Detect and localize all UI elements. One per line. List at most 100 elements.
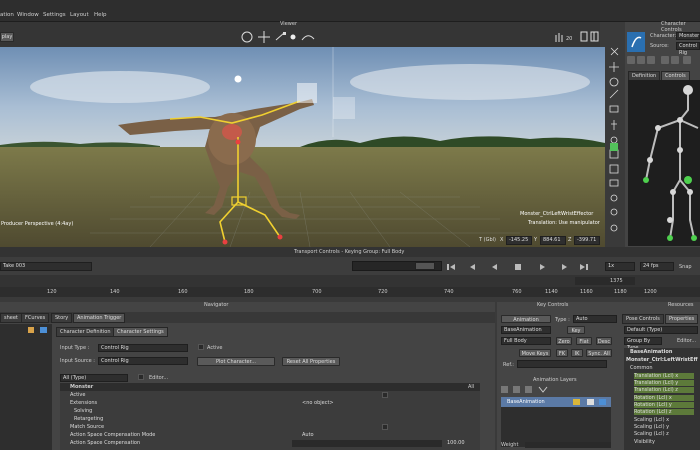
settings-icon[interactable] [610, 224, 618, 232]
tree-row-active[interactable]: Active [70, 392, 85, 398]
tab-character-definition[interactable]: Character Definition [56, 327, 115, 337]
property-item[interactable]: Scaling (Lcl) z [634, 431, 669, 437]
group-by-select[interactable]: Group By Type [624, 337, 662, 351]
input-type-select[interactable]: Control Rig [98, 344, 188, 352]
go-end-icon[interactable] [580, 264, 588, 270]
head-effector[interactable] [234, 75, 242, 83]
property-item[interactable]: Translation (Lcl) y [634, 380, 694, 386]
prev-key-icon[interactable] [470, 264, 475, 270]
property-item[interactable]: Translation (Lcl) x [634, 373, 694, 379]
property-item[interactable]: Rotation (Lcl) y [634, 402, 694, 408]
viewport[interactable]: Producer Perspective (4:4ay) Monster_Ctr… [0, 47, 605, 247]
tab-animation-trigger[interactable]: Animation Trigger [73, 313, 126, 323]
rotate-icon[interactable] [609, 77, 619, 87]
camera-icon[interactable] [40, 327, 47, 333]
transform-icon[interactable] [301, 35, 315, 41]
tree-row-extensions[interactable]: Extensions [70, 400, 97, 406]
property-item[interactable]: Scaling (Lcl) x [634, 417, 669, 423]
z-value-field[interactable]: -399.71 [574, 236, 600, 245]
zero-button[interactable]: Zero [556, 337, 572, 345]
scale-icon[interactable] [609, 89, 619, 99]
asc-slider[interactable] [292, 440, 442, 447]
keying-group-select[interactable]: Full Body [501, 337, 551, 345]
pin-icon[interactable] [647, 56, 655, 64]
move-icon[interactable] [609, 62, 619, 72]
animation-button[interactable]: Animation [501, 315, 551, 323]
move-keys-button[interactable]: Move Keys [519, 349, 551, 357]
sync-all-button[interactable]: Sync. All [586, 349, 612, 357]
manipulator-handle[interactable] [333, 97, 355, 119]
prev-frame-icon[interactable] [492, 264, 497, 270]
property-group[interactable]: BaseAnimation [630, 349, 672, 355]
delete-layer-icon[interactable] [513, 386, 520, 393]
tab-dopesheet[interactable]: sheet [0, 313, 22, 323]
layer-icon[interactable] [609, 164, 619, 174]
character-select[interactable]: Monster [676, 32, 700, 40]
ik-icon[interactable] [671, 56, 679, 64]
property-item[interactable]: Rotation (Lcl) z [634, 409, 694, 415]
speed-select[interactable]: 1x [605, 262, 635, 271]
close-icon[interactable] [610, 47, 619, 56]
input-source-select[interactable]: Control Rig [98, 357, 188, 365]
cube-icon[interactable] [609, 149, 619, 159]
weight-slider[interactable] [525, 442, 611, 448]
asc-value[interactable]: 100.00 [447, 440, 465, 446]
rotate-icon[interactable] [241, 31, 253, 43]
editor-checkbox[interactable] [138, 374, 144, 380]
asc-mode-value[interactable]: Auto [302, 432, 314, 438]
fk-icon[interactable] [661, 56, 669, 64]
fps-select[interactable]: 24 fps [640, 262, 674, 271]
base-animation-select[interactable]: BaseAnimation [501, 326, 551, 334]
editor-label[interactable]: Editor... [677, 338, 696, 344]
row-active-checkbox[interactable] [382, 392, 388, 398]
play-icon[interactable] [540, 264, 545, 270]
pose-icon[interactable] [637, 56, 645, 64]
play-tab[interactable]: play [0, 32, 14, 42]
menu-item-window[interactable]: Window [17, 12, 39, 18]
key-button[interactable]: Key [567, 326, 585, 334]
y-value-field[interactable]: 884.61 [540, 236, 566, 245]
menu-item-settings[interactable]: Settings [43, 12, 66, 18]
ref-field[interactable] [517, 360, 607, 368]
select-icon[interactable] [290, 34, 296, 40]
ik-button[interactable]: IK [571, 349, 583, 357]
layer-options-icon[interactable] [525, 386, 532, 393]
layer-lock-icon[interactable] [599, 399, 606, 405]
next-frame-icon[interactable] [562, 264, 567, 270]
filter-select[interactable]: All (Type) [60, 374, 128, 382]
fk-button[interactable]: FK [556, 349, 568, 357]
ruler-icon[interactable] [609, 105, 619, 113]
tab-fcurves[interactable]: FCurves [21, 313, 50, 323]
property-item[interactable]: Scaling (Lcl) y [634, 424, 669, 430]
reset-all-properties-button[interactable]: Reset All Properties [282, 357, 340, 366]
default-type-select[interactable]: Default (Type) [624, 326, 698, 334]
x-value-field[interactable]: -145.25 [506, 236, 532, 245]
display-icon[interactable] [580, 31, 588, 42]
grid-icon[interactable] [590, 31, 599, 42]
arrow-down-icon[interactable] [538, 386, 548, 393]
tab-properties[interactable]: Properties [665, 314, 699, 324]
tab-character-settings[interactable]: Character Settings [113, 327, 168, 337]
layer-mute-icon[interactable] [587, 399, 594, 405]
layer-row[interactable]: BaseAnimation [501, 397, 611, 407]
tree-row-retargeting[interactable]: Retargeting [74, 416, 103, 422]
plot-character-button[interactable]: Plot Character... [197, 357, 275, 366]
tree-row-asc-mode[interactable]: Action Space Compensation Mode [70, 432, 155, 438]
take-select[interactable]: Take 003 [0, 262, 92, 271]
active-checkbox[interactable] [198, 344, 204, 350]
snap-label[interactable]: Snap [679, 264, 692, 270]
tab-story[interactable]: Story [51, 313, 73, 323]
navigator-tree-pane[interactable] [0, 324, 52, 450]
link-icon[interactable] [610, 136, 618, 144]
light-icon[interactable] [610, 194, 618, 202]
match-source-checkbox[interactable] [382, 424, 388, 430]
translate-icon[interactable] [258, 31, 270, 43]
layer-solo-icon[interactable] [573, 399, 580, 405]
desc-button[interactable]: Desc [596, 337, 612, 345]
property-item[interactable]: Visibility [634, 439, 655, 445]
stop-icon[interactable] [515, 264, 521, 270]
type-select[interactable]: Auto [573, 315, 617, 323]
time-ruler[interactable]: 120 140 160 180 700 720 740 760 1140 116… [0, 287, 700, 297]
tree-row-match-source[interactable]: Match Source [70, 424, 104, 430]
camera-icon[interactable] [609, 179, 619, 187]
